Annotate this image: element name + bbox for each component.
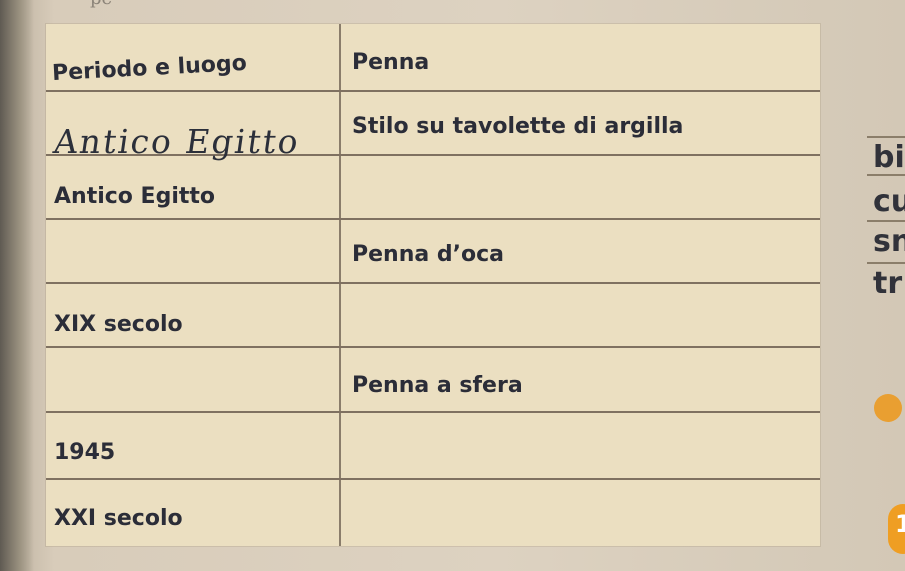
page-number-text: 1 (895, 510, 905, 538)
cell-ancient-egypt: Antico Egitto (54, 184, 216, 209)
header-period-location: Periodo e luogo (51, 50, 248, 87)
cell-19th-century: XIX secolo (54, 312, 183, 337)
cell-quill-pen: Penna d’oca (352, 242, 504, 267)
cell-21st-century: XXI secolo (54, 506, 183, 531)
cell-1945: 1945 (54, 440, 116, 465)
column-divider (339, 24, 341, 546)
right-word-fragment: bi (873, 140, 905, 175)
handwritten-answer: Antico Egitto (51, 122, 303, 161)
row-divider (46, 218, 820, 220)
header-pen: Penna (352, 50, 430, 75)
row-divider (46, 478, 820, 480)
row-divider (46, 411, 820, 413)
right-page-line (867, 174, 905, 176)
row-divider (46, 346, 820, 348)
row-divider (46, 90, 820, 92)
writing-tools-table: Periodo e luogo Penna Antico Egitto Stil… (46, 24, 820, 546)
right-page-line (867, 136, 905, 138)
cell-ballpoint-pen: Penna a sfera (352, 373, 523, 398)
top-text-fragment: pe (90, 0, 112, 9)
right-page-line (867, 220, 905, 222)
bullet-dot (874, 394, 902, 422)
cell-stylus-clay: Stilo su tavolette di argilla (352, 114, 684, 139)
right-page-line (867, 262, 905, 264)
right-word-fragment: sn (873, 224, 905, 259)
book-gutter-shadow (0, 0, 34, 571)
right-word-fragment: cu (873, 184, 905, 219)
row-divider (46, 282, 820, 284)
right-word-fragment: tr (873, 266, 903, 301)
